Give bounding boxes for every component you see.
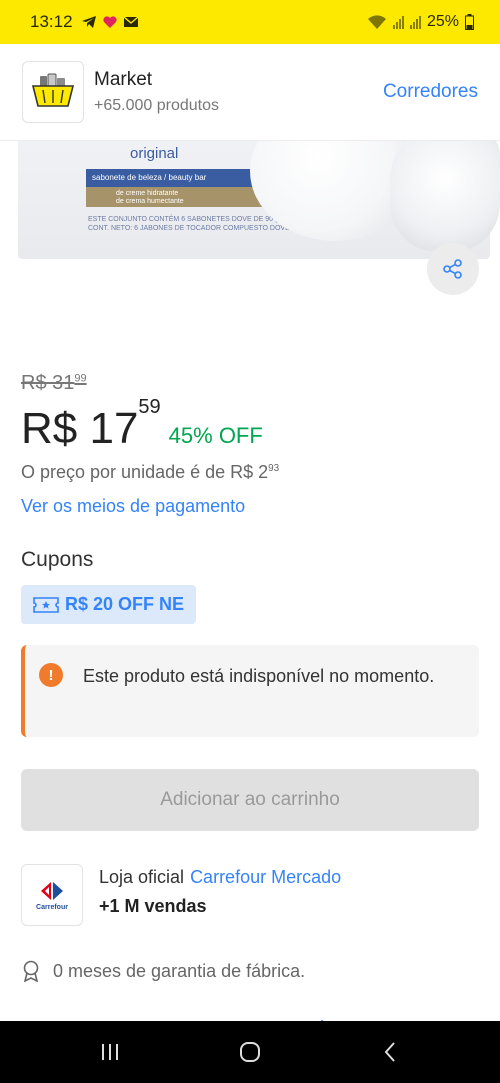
warranty-medal-icon	[23, 960, 39, 982]
warranty-row: 0 meses de garantia de fábrica.	[21, 960, 305, 982]
store-header: Market +65.000 produtos Corredores	[0, 44, 500, 141]
system-nav-bar	[0, 1021, 500, 1083]
coupon-ticket-icon	[33, 596, 59, 613]
seller-prefix: Loja oficial	[99, 867, 185, 887]
share-icon	[443, 259, 462, 279]
alert-exclamation-icon: !	[39, 663, 63, 687]
notification-icons	[81, 15, 139, 29]
coupons-title: Cupons	[21, 548, 94, 571]
box-gold-band: de creme hidratante de crema humectante	[86, 187, 266, 207]
original-price-integer: R$ 31	[21, 372, 75, 394]
share-button[interactable]	[427, 243, 479, 295]
back-button[interactable]	[370, 1032, 410, 1072]
add-to-cart-button[interactable]: Adicionar ao carrinho	[21, 769, 479, 831]
unit-price: O preço por unidade é de R$ 293	[21, 462, 279, 483]
seller-sales: +1 M vendas	[99, 896, 207, 916]
seller-logo-text: Carrefour	[36, 903, 68, 911]
current-price-integer: R$ 17	[21, 404, 139, 453]
box-title: original	[130, 145, 179, 162]
market-basket-icon	[31, 73, 75, 107]
home-icon	[240, 1042, 260, 1062]
store-name[interactable]: Market	[94, 69, 383, 91]
status-left: 13:12	[30, 12, 139, 32]
recents-icon	[102, 1044, 118, 1060]
battery-icon	[465, 14, 474, 30]
current-price-cents: 59	[138, 396, 161, 419]
payment-methods-link[interactable]: Ver os meios de pagamento	[21, 496, 245, 517]
mail-icon	[123, 16, 139, 27]
back-icon	[384, 1042, 395, 1062]
soap-bar-2	[390, 141, 500, 251]
aisles-link[interactable]: Corredores	[383, 81, 478, 103]
signal-icon-2	[409, 15, 421, 29]
seller-logo[interactable]: Carrefour	[21, 864, 83, 926]
coupon-label: R$ 20 OFF NE	[65, 594, 185, 614]
current-price: R$ 1759	[21, 396, 161, 454]
recents-button[interactable]	[90, 1032, 130, 1072]
unit-price-text: O preço por unidade é de R$ 2	[21, 462, 269, 482]
warranty-text: 0 meses de garantia de fábrica.	[53, 960, 306, 981]
store-logo[interactable]	[22, 61, 84, 123]
battery-percent: 25%	[426, 13, 459, 30]
alert-message: Este produto está indisponível no moment…	[83, 666, 435, 686]
store-info: Market +65.000 produtos	[94, 69, 383, 115]
status-right: 25%	[367, 13, 474, 31]
wifi-icon	[367, 15, 386, 29]
seller-name-link[interactable]: Carrefour Mercado	[190, 867, 341, 887]
unavailable-alert: ! Este produto está indisponível no mome…	[21, 645, 479, 737]
heart-icon	[102, 16, 117, 28]
original-price-cents: 99	[74, 372, 87, 385]
discount-badge: 45% OFF	[168, 423, 263, 448]
product-image[interactable]: original sabonete de beleza / beauty bar…	[0, 141, 500, 331]
status-bar: 13:12 25%	[0, 0, 500, 44]
store-product-count: +65.000 produtos	[94, 97, 219, 114]
coupon-chip[interactable]: R$ 20 OFF NE	[21, 585, 197, 624]
status-time: 13:12	[30, 12, 73, 31]
seller-line: Loja oficial Carrefour Mercado	[99, 867, 341, 888]
original-price: R$ 3199	[21, 372, 87, 395]
box-band: sabonete de beleza / beauty bar	[86, 169, 266, 187]
telegram-icon	[81, 16, 96, 28]
unit-price-cents: 93	[268, 463, 280, 474]
price-row: R$ 1759 45% OFF	[21, 396, 263, 454]
carrefour-logo-icon	[41, 881, 63, 900]
box-gold-line-2: de crema humectante	[116, 198, 184, 205]
home-button[interactable]	[230, 1032, 270, 1072]
signal-icon	[392, 15, 404, 29]
box-gold-line-1: de creme hidratante	[116, 190, 179, 197]
